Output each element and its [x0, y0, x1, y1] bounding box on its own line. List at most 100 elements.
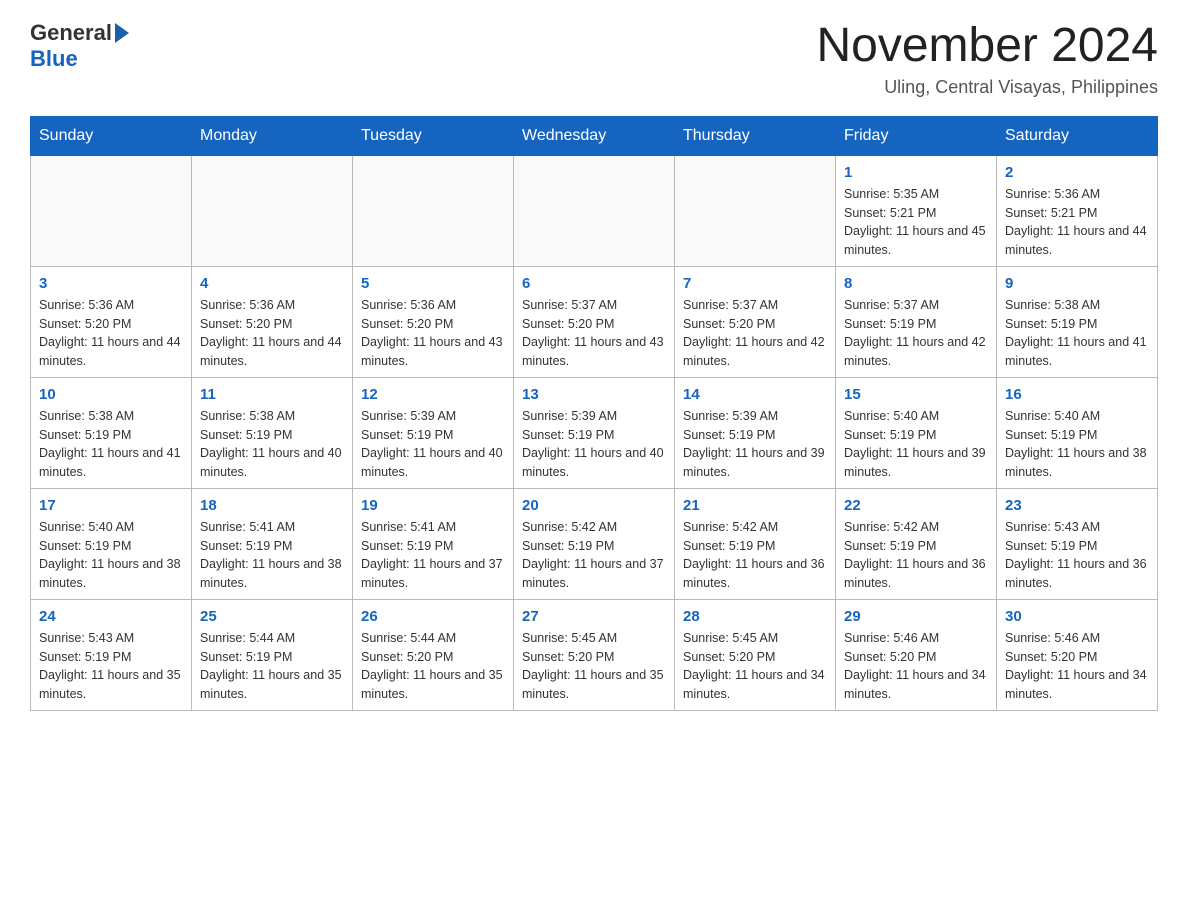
- calendar-cell: 3Sunrise: 5:36 AMSunset: 5:20 PMDaylight…: [31, 266, 192, 377]
- calendar-cell: 4 Sunrise: 5:36 AMSunset: 5:20 PMDaylight…: [192, 266, 353, 377]
- day-info: Sunrise: 5:38 AMSunset: 5:19 PMDaylight:…: [39, 407, 183, 482]
- day-number: 15: [844, 386, 988, 403]
- week-row-1: 1Sunrise: 5:35 AMSunset: 5:21 PMDaylight…: [31, 155, 1158, 266]
- calendar-cell: 25 Sunrise: 5:44 AMSunset: 5:19 PMDayligh…: [192, 599, 353, 710]
- day-info: Sunrise: 5:46 AMSunset: 5:20 PMDaylight:…: [844, 629, 988, 704]
- day-info: Sunrise: 5:37 AMSunset: 5:20 PMDaylight:…: [683, 296, 827, 371]
- day-info: Sunrise: 5:36 AMSunset: 5:20 PMDaylight:…: [200, 296, 344, 371]
- day-number: 12: [361, 386, 505, 403]
- calendar-cell: 24 Sunrise: 5:43 AMSunset: 5:19 PMDayligh…: [31, 599, 192, 710]
- day-number: 18: [200, 497, 344, 514]
- calendar-header-saturday: Saturday: [997, 116, 1158, 155]
- day-number: 8: [844, 275, 988, 292]
- day-info: Sunrise: 5:38 AMSunset: 5:19 PMDaylight:…: [1005, 296, 1149, 371]
- day-info: Sunrise: 5:45 AMSunset: 5:20 PMDaylight:…: [683, 629, 827, 704]
- day-info: Sunrise: 5:43 AMSunset: 5:19 PMDaylight:…: [39, 629, 183, 704]
- day-number: 24: [39, 608, 183, 625]
- calendar-cell: 18 Sunrise: 5:41 AMSunset: 5:19 PMDayligh…: [192, 488, 353, 599]
- calendar-header-friday: Friday: [836, 116, 997, 155]
- month-title: November 2024: [816, 20, 1158, 73]
- calendar-cell: 9Sunrise: 5:38 AMSunset: 5:19 PMDaylight…: [997, 266, 1158, 377]
- day-number: 4: [200, 275, 344, 292]
- day-number: 20: [522, 497, 666, 514]
- day-number: 27: [522, 608, 666, 625]
- calendar-cell: [675, 155, 836, 266]
- day-info: Sunrise: 5:44 AMSunset: 5:19 PMDaylight:…: [200, 629, 344, 704]
- day-number: 29: [844, 608, 988, 625]
- day-number: 10: [39, 386, 183, 403]
- calendar-cell: [514, 155, 675, 266]
- day-number: 13: [522, 386, 666, 403]
- day-info: Sunrise: 5:40 AMSunset: 5:19 PMDaylight:…: [1005, 407, 1149, 482]
- day-info: Sunrise: 5:39 AMSunset: 5:19 PMDaylight:…: [683, 407, 827, 482]
- calendar-cell: 22 Sunrise: 5:42 AMSunset: 5:19 PMDayligh…: [836, 488, 997, 599]
- calendar-cell: 2 Sunrise: 5:36 AMSunset: 5:21 PMDaylight…: [997, 155, 1158, 266]
- calendar-cell: 7 Sunrise: 5:37 AMSunset: 5:20 PMDaylight…: [675, 266, 836, 377]
- week-row-2: 3Sunrise: 5:36 AMSunset: 5:20 PMDaylight…: [31, 266, 1158, 377]
- day-info: Sunrise: 5:46 AMSunset: 5:20 PMDaylight:…: [1005, 629, 1149, 704]
- calendar-cell: [353, 155, 514, 266]
- calendar-table: SundayMondayTuesdayWednesdayThursdayFrid…: [30, 116, 1158, 711]
- calendar-cell: 10 Sunrise: 5:38 AMSunset: 5:19 PMDayligh…: [31, 377, 192, 488]
- day-number: 17: [39, 497, 183, 514]
- day-info: Sunrise: 5:36 AMSunset: 5:20 PMDaylight:…: [39, 296, 183, 371]
- week-row-5: 24 Sunrise: 5:43 AMSunset: 5:19 PMDayligh…: [31, 599, 1158, 710]
- calendar-cell: 12 Sunrise: 5:39 AMSunset: 5:19 PMDayligh…: [353, 377, 514, 488]
- calendar-cell: 23 Sunrise: 5:43 AMSunset: 5:19 PMDayligh…: [997, 488, 1158, 599]
- calendar-header-monday: Monday: [192, 116, 353, 155]
- day-number: 5: [361, 275, 505, 292]
- week-row-3: 10 Sunrise: 5:38 AMSunset: 5:19 PMDayligh…: [31, 377, 1158, 488]
- calendar-cell: 30 Sunrise: 5:46 AMSunset: 5:20 PMDayligh…: [997, 599, 1158, 710]
- week-row-4: 17 Sunrise: 5:40 AMSunset: 5:19 PMDayligh…: [31, 488, 1158, 599]
- calendar-cell: 29 Sunrise: 5:46 AMSunset: 5:20 PMDayligh…: [836, 599, 997, 710]
- calendar-header-thursday: Thursday: [675, 116, 836, 155]
- logo: General Blue: [30, 20, 129, 72]
- day-number: 16: [1005, 386, 1149, 403]
- day-number: 2: [1005, 164, 1149, 181]
- day-info: Sunrise: 5:44 AMSunset: 5:20 PMDaylight:…: [361, 629, 505, 704]
- calendar-cell: 11Sunrise: 5:38 AMSunset: 5:19 PMDayligh…: [192, 377, 353, 488]
- day-info: Sunrise: 5:42 AMSunset: 5:19 PMDaylight:…: [522, 518, 666, 593]
- calendar-cell: 6Sunrise: 5:37 AMSunset: 5:20 PMDaylight…: [514, 266, 675, 377]
- calendar-cell: 19 Sunrise: 5:41 AMSunset: 5:19 PMDayligh…: [353, 488, 514, 599]
- day-number: 21: [683, 497, 827, 514]
- calendar-cell: 27 Sunrise: 5:45 AMSunset: 5:20 PMDayligh…: [514, 599, 675, 710]
- day-info: Sunrise: 5:37 AMSunset: 5:20 PMDaylight:…: [522, 296, 666, 371]
- day-number: 1: [844, 164, 988, 181]
- day-info: Sunrise: 5:37 AMSunset: 5:19 PMDaylight:…: [844, 296, 988, 371]
- day-info: Sunrise: 5:40 AMSunset: 5:19 PMDaylight:…: [39, 518, 183, 593]
- day-number: 7: [683, 275, 827, 292]
- day-info: Sunrise: 5:36 AMSunset: 5:21 PMDaylight:…: [1005, 185, 1149, 260]
- day-number: 30: [1005, 608, 1149, 625]
- calendar-cell: [31, 155, 192, 266]
- day-info: Sunrise: 5:41 AMSunset: 5:19 PMDaylight:…: [200, 518, 344, 593]
- calendar-cell: 5 Sunrise: 5:36 AMSunset: 5:20 PMDaylight…: [353, 266, 514, 377]
- calendar-cell: 28Sunrise: 5:45 AMSunset: 5:20 PMDayligh…: [675, 599, 836, 710]
- day-info: Sunrise: 5:45 AMSunset: 5:20 PMDaylight:…: [522, 629, 666, 704]
- calendar-cell: 13 Sunrise: 5:39 AMSunset: 5:19 PMDayligh…: [514, 377, 675, 488]
- calendar-cell: 26 Sunrise: 5:44 AMSunset: 5:20 PMDayligh…: [353, 599, 514, 710]
- calendar-cell: [192, 155, 353, 266]
- day-info: Sunrise: 5:40 AMSunset: 5:19 PMDaylight:…: [844, 407, 988, 482]
- day-number: 26: [361, 608, 505, 625]
- calendar-cell: 1Sunrise: 5:35 AMSunset: 5:21 PMDaylight…: [836, 155, 997, 266]
- calendar-cell: 17 Sunrise: 5:40 AMSunset: 5:19 PMDayligh…: [31, 488, 192, 599]
- day-number: 25: [200, 608, 344, 625]
- calendar-header-tuesday: Tuesday: [353, 116, 514, 155]
- day-info: Sunrise: 5:41 AMSunset: 5:19 PMDaylight:…: [361, 518, 505, 593]
- day-info: Sunrise: 5:42 AMSunset: 5:19 PMDaylight:…: [844, 518, 988, 593]
- title-section: November 2024 Uling, Central Visayas, Ph…: [816, 20, 1158, 98]
- day-info: Sunrise: 5:36 AMSunset: 5:20 PMDaylight:…: [361, 296, 505, 371]
- day-info: Sunrise: 5:43 AMSunset: 5:19 PMDaylight:…: [1005, 518, 1149, 593]
- logo-triangle-icon: [115, 23, 129, 43]
- logo-general-text: General: [30, 20, 112, 46]
- day-info: Sunrise: 5:42 AMSunset: 5:19 PMDaylight:…: [683, 518, 827, 593]
- day-number: 22: [844, 497, 988, 514]
- day-info: Sunrise: 5:39 AMSunset: 5:19 PMDaylight:…: [361, 407, 505, 482]
- day-number: 23: [1005, 497, 1149, 514]
- calendar-cell: 21 Sunrise: 5:42 AMSunset: 5:19 PMDayligh…: [675, 488, 836, 599]
- day-number: 19: [361, 497, 505, 514]
- day-info: Sunrise: 5:39 AMSunset: 5:19 PMDaylight:…: [522, 407, 666, 482]
- day-number: 11: [200, 386, 344, 403]
- page-header: General Blue November 2024 Uling, Centra…: [30, 20, 1158, 98]
